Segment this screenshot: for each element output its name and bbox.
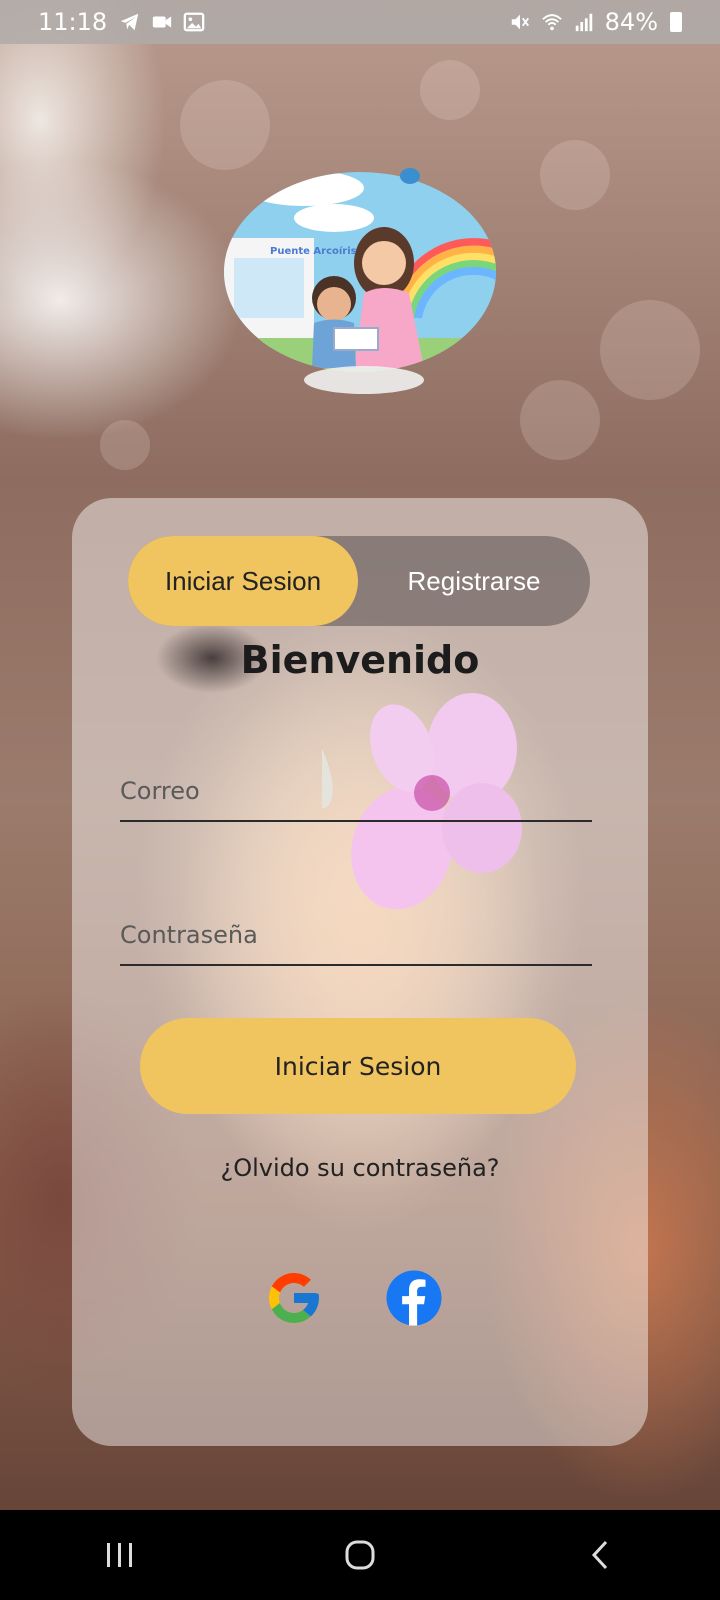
google-icon[interactable] (264, 1268, 324, 1328)
video-icon (153, 16, 172, 28)
home-icon[interactable] (330, 1525, 390, 1585)
status-time: 11:18 (38, 8, 108, 36)
status-bar: 11:18 84% (0, 0, 720, 44)
battery-icon (670, 12, 682, 32)
logo-sign-text: Puente Arcoíris (270, 245, 357, 257)
system-nav-bar (0, 1510, 720, 1600)
recents-icon[interactable] (90, 1525, 150, 1585)
welcome-title: Bienvenido (240, 638, 480, 682)
password-field-wrapper (120, 896, 592, 966)
image-icon (183, 12, 205, 32)
email-field-wrapper (120, 752, 592, 822)
auth-tab-switch: Iniciar Sesion Registrarse (128, 536, 590, 626)
login-button[interactable]: Iniciar Sesion (140, 1018, 576, 1114)
wifi-icon (541, 14, 562, 31)
login-card: Iniciar Sesion Registrarse Bienvenido In… (72, 498, 648, 1446)
password-field[interactable] (120, 896, 592, 964)
telegram-icon (121, 13, 139, 31)
tab-register[interactable]: Registrarse (358, 536, 590, 626)
back-icon[interactable] (570, 1525, 630, 1585)
forgot-password-link[interactable]: ¿Olvido su contraseña? (72, 1154, 648, 1182)
signal-icon (575, 13, 592, 32)
facebook-icon[interactable] (384, 1268, 444, 1328)
app-logo: Puente Arcoíris (224, 168, 496, 394)
mute-icon (511, 14, 529, 30)
email-field[interactable] (120, 752, 592, 820)
tab-login[interactable]: Iniciar Sesion (128, 536, 358, 626)
battery-percent: 84% (604, 8, 658, 36)
